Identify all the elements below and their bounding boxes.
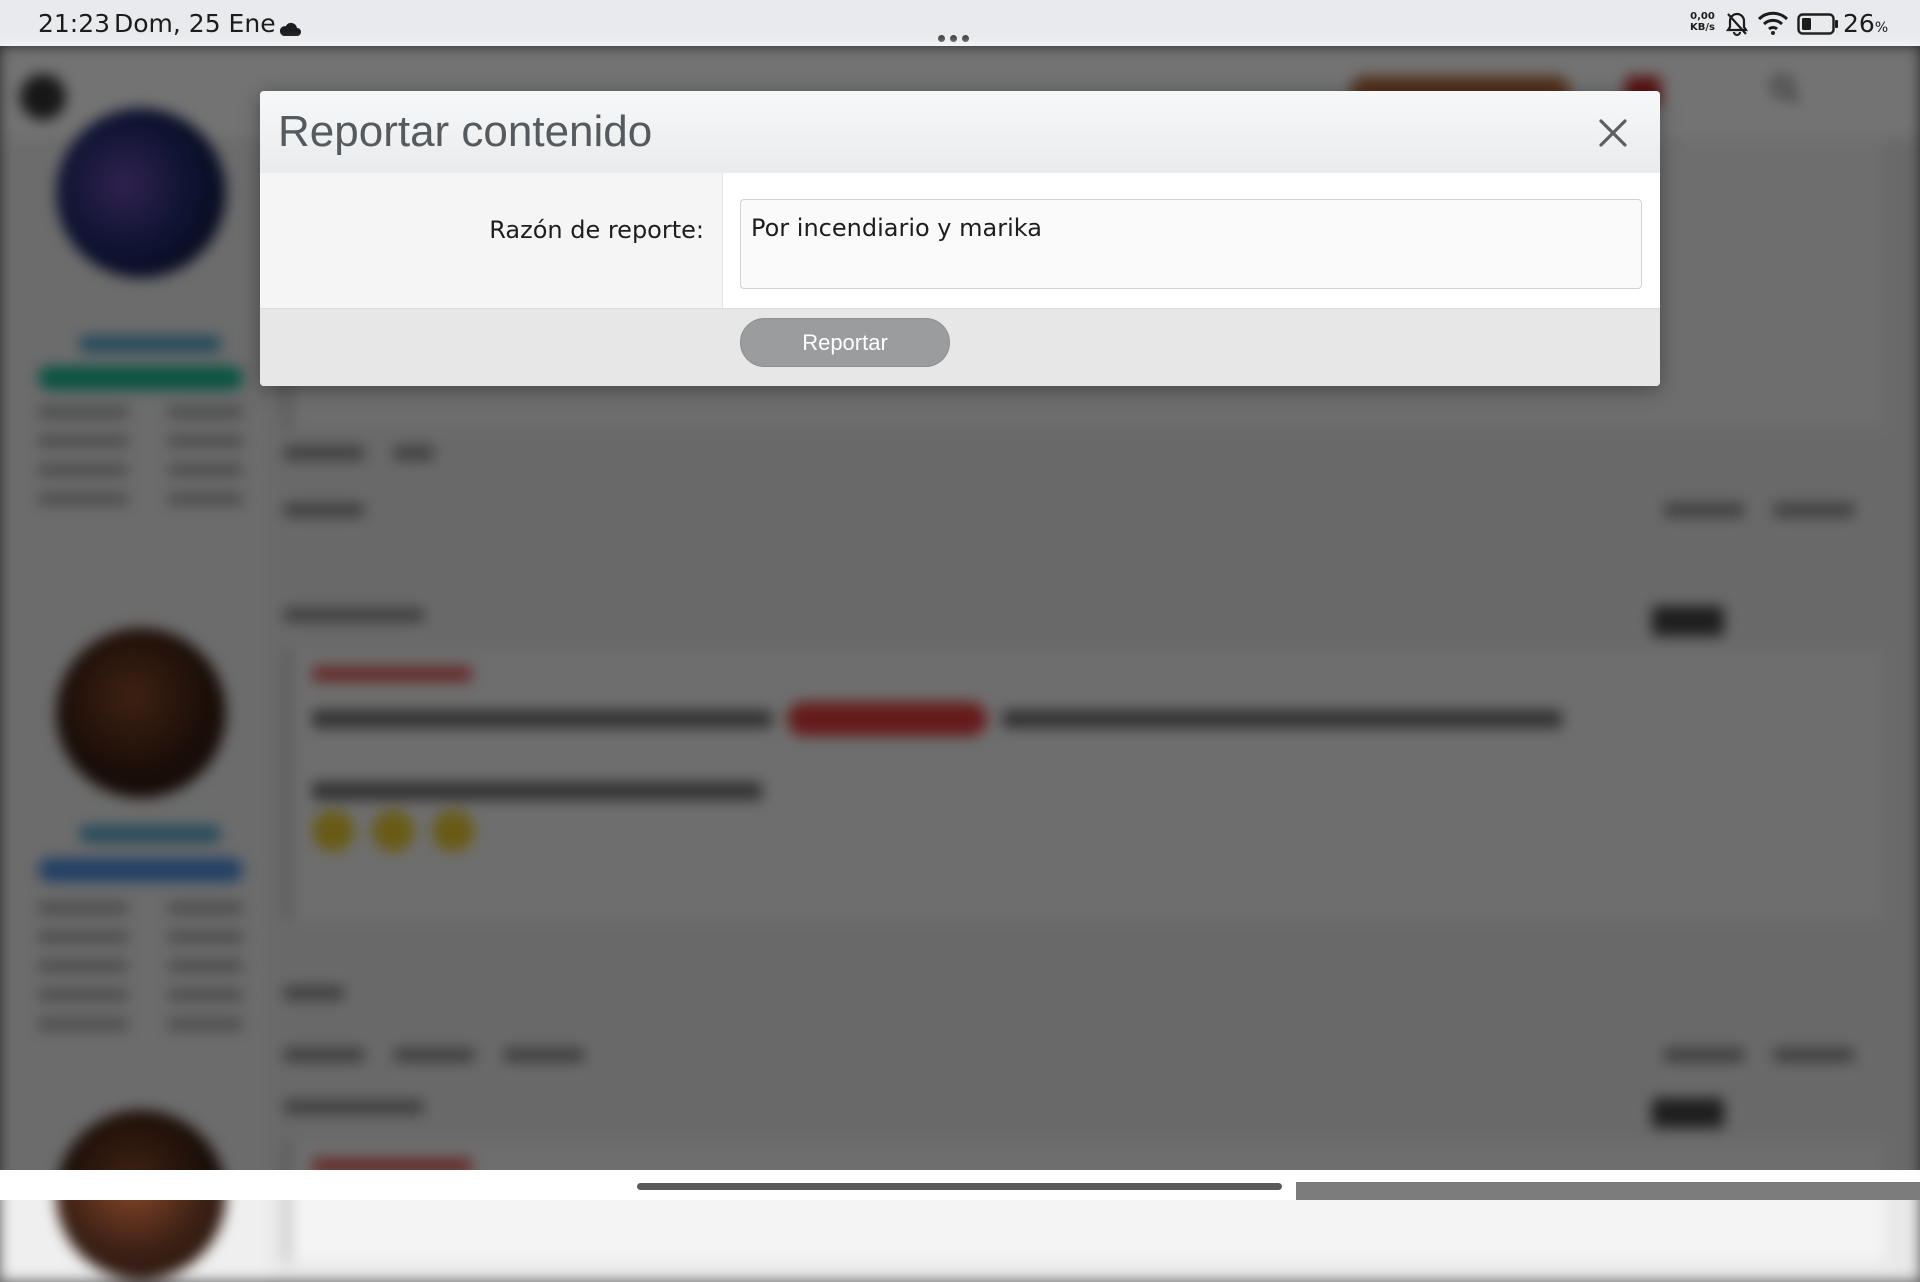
report-reason-row: Razón de reporte: Por incendiario y mari…: [260, 173, 1660, 309]
dialog-footer: Reportar: [260, 309, 1660, 386]
navigation-bar: [0, 1170, 1920, 1200]
page-scrollbar[interactable]: [1296, 1182, 1920, 1200]
dialog-title: Reportar contenido: [278, 107, 653, 156]
date: Dom, 25 Ene: [114, 9, 276, 38]
report-reason-label-cell: Razón de reporte:: [260, 173, 723, 308]
bell-muted-icon: [1724, 11, 1750, 43]
report-reason-label: Razón de reporte:: [489, 216, 704, 244]
report-content-dialog: Reportar contenido Razón de reporte: Por…: [260, 91, 1660, 386]
net-speed: 0,00 KB/s: [1690, 11, 1715, 33]
more-icon[interactable]: [938, 19, 974, 48]
close-icon[interactable]: [1593, 113, 1633, 153]
clock: 21:23: [38, 9, 111, 38]
home-indicator[interactable]: [637, 1183, 1282, 1190]
status-bar: 21:23 Dom, 25 Ene 0,00 KB/s 26%: [0, 0, 1920, 46]
battery-level: 26%: [1843, 9, 1889, 38]
battery-icon: [1797, 12, 1839, 41]
cloud-icon: [278, 14, 302, 43]
dialog-header: Reportar contenido: [260, 91, 1660, 173]
report-reason-input[interactable]: Por incendiario y marika: [740, 199, 1642, 289]
report-submit-button[interactable]: Reportar: [740, 318, 950, 367]
wifi-icon: [1757, 11, 1789, 41]
